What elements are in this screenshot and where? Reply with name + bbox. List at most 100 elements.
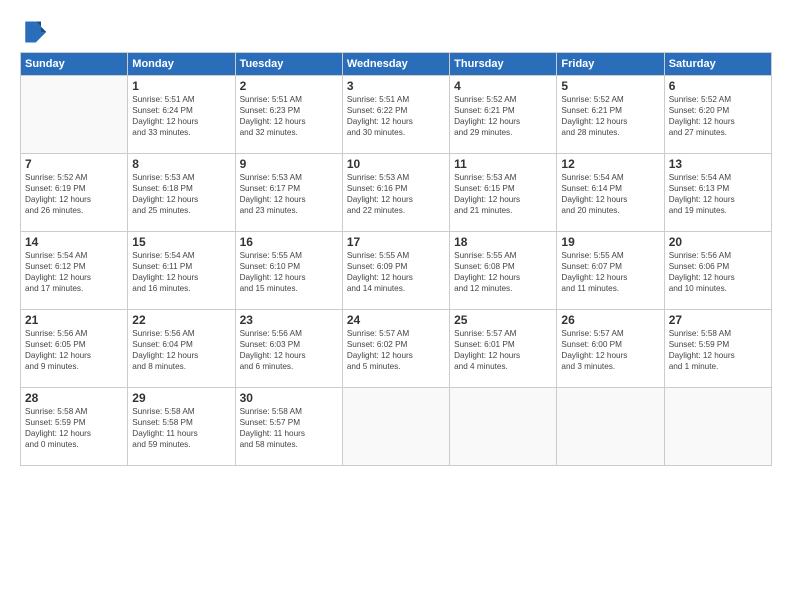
day-number: 1 bbox=[132, 79, 230, 93]
day-info: Sunrise: 5:58 AM Sunset: 5:57 PM Dayligh… bbox=[240, 406, 338, 450]
col-header-wednesday: Wednesday bbox=[342, 53, 449, 76]
day-number: 30 bbox=[240, 391, 338, 405]
day-cell: 16Sunrise: 5:55 AM Sunset: 6:10 PM Dayli… bbox=[235, 232, 342, 310]
day-info: Sunrise: 5:53 AM Sunset: 6:18 PM Dayligh… bbox=[132, 172, 230, 216]
day-number: 14 bbox=[25, 235, 123, 249]
week-row-2: 7Sunrise: 5:52 AM Sunset: 6:19 PM Daylig… bbox=[21, 154, 772, 232]
day-cell: 6Sunrise: 5:52 AM Sunset: 6:20 PM Daylig… bbox=[664, 76, 771, 154]
day-info: Sunrise: 5:57 AM Sunset: 6:02 PM Dayligh… bbox=[347, 328, 445, 372]
day-info: Sunrise: 5:54 AM Sunset: 6:11 PM Dayligh… bbox=[132, 250, 230, 294]
day-info: Sunrise: 5:55 AM Sunset: 6:09 PM Dayligh… bbox=[347, 250, 445, 294]
day-info: Sunrise: 5:56 AM Sunset: 6:06 PM Dayligh… bbox=[669, 250, 767, 294]
day-info: Sunrise: 5:56 AM Sunset: 6:03 PM Dayligh… bbox=[240, 328, 338, 372]
day-info: Sunrise: 5:55 AM Sunset: 6:07 PM Dayligh… bbox=[561, 250, 659, 294]
day-number: 17 bbox=[347, 235, 445, 249]
col-header-thursday: Thursday bbox=[450, 53, 557, 76]
day-info: Sunrise: 5:52 AM Sunset: 6:20 PM Dayligh… bbox=[669, 94, 767, 138]
calendar-table: SundayMondayTuesdayWednesdayThursdayFrid… bbox=[20, 52, 772, 466]
day-cell: 28Sunrise: 5:58 AM Sunset: 5:59 PM Dayli… bbox=[21, 388, 128, 466]
col-header-saturday: Saturday bbox=[664, 53, 771, 76]
day-number: 29 bbox=[132, 391, 230, 405]
day-number: 5 bbox=[561, 79, 659, 93]
col-header-monday: Monday bbox=[128, 53, 235, 76]
day-cell: 20Sunrise: 5:56 AM Sunset: 6:06 PM Dayli… bbox=[664, 232, 771, 310]
day-cell bbox=[450, 388, 557, 466]
day-cell: 13Sunrise: 5:54 AM Sunset: 6:13 PM Dayli… bbox=[664, 154, 771, 232]
day-info: Sunrise: 5:54 AM Sunset: 6:12 PM Dayligh… bbox=[25, 250, 123, 294]
day-info: Sunrise: 5:52 AM Sunset: 6:21 PM Dayligh… bbox=[561, 94, 659, 138]
col-header-sunday: Sunday bbox=[21, 53, 128, 76]
logo-icon bbox=[20, 18, 48, 46]
day-cell: 27Sunrise: 5:58 AM Sunset: 5:59 PM Dayli… bbox=[664, 310, 771, 388]
day-number: 11 bbox=[454, 157, 552, 171]
day-info: Sunrise: 5:56 AM Sunset: 6:05 PM Dayligh… bbox=[25, 328, 123, 372]
day-number: 8 bbox=[132, 157, 230, 171]
day-cell: 12Sunrise: 5:54 AM Sunset: 6:14 PM Dayli… bbox=[557, 154, 664, 232]
week-row-3: 14Sunrise: 5:54 AM Sunset: 6:12 PM Dayli… bbox=[21, 232, 772, 310]
day-info: Sunrise: 5:53 AM Sunset: 6:16 PM Dayligh… bbox=[347, 172, 445, 216]
day-info: Sunrise: 5:51 AM Sunset: 6:24 PM Dayligh… bbox=[132, 94, 230, 138]
day-cell: 7Sunrise: 5:52 AM Sunset: 6:19 PM Daylig… bbox=[21, 154, 128, 232]
day-number: 20 bbox=[669, 235, 767, 249]
day-info: Sunrise: 5:57 AM Sunset: 6:00 PM Dayligh… bbox=[561, 328, 659, 372]
day-cell: 11Sunrise: 5:53 AM Sunset: 6:15 PM Dayli… bbox=[450, 154, 557, 232]
day-number: 27 bbox=[669, 313, 767, 327]
day-cell: 15Sunrise: 5:54 AM Sunset: 6:11 PM Dayli… bbox=[128, 232, 235, 310]
day-info: Sunrise: 5:52 AM Sunset: 6:19 PM Dayligh… bbox=[25, 172, 123, 216]
day-cell: 29Sunrise: 5:58 AM Sunset: 5:58 PM Dayli… bbox=[128, 388, 235, 466]
day-number: 3 bbox=[347, 79, 445, 93]
day-number: 23 bbox=[240, 313, 338, 327]
day-info: Sunrise: 5:58 AM Sunset: 5:59 PM Dayligh… bbox=[669, 328, 767, 372]
day-number: 2 bbox=[240, 79, 338, 93]
day-number: 7 bbox=[25, 157, 123, 171]
day-info: Sunrise: 5:52 AM Sunset: 6:21 PM Dayligh… bbox=[454, 94, 552, 138]
calendar-page: SundayMondayTuesdayWednesdayThursdayFrid… bbox=[0, 0, 792, 612]
day-number: 12 bbox=[561, 157, 659, 171]
day-number: 28 bbox=[25, 391, 123, 405]
day-number: 25 bbox=[454, 313, 552, 327]
col-header-friday: Friday bbox=[557, 53, 664, 76]
day-number: 9 bbox=[240, 157, 338, 171]
day-number: 15 bbox=[132, 235, 230, 249]
day-cell: 26Sunrise: 5:57 AM Sunset: 6:00 PM Dayli… bbox=[557, 310, 664, 388]
day-cell: 8Sunrise: 5:53 AM Sunset: 6:18 PM Daylig… bbox=[128, 154, 235, 232]
day-cell: 23Sunrise: 5:56 AM Sunset: 6:03 PM Dayli… bbox=[235, 310, 342, 388]
day-number: 4 bbox=[454, 79, 552, 93]
day-cell: 25Sunrise: 5:57 AM Sunset: 6:01 PM Dayli… bbox=[450, 310, 557, 388]
header bbox=[20, 18, 772, 46]
day-info: Sunrise: 5:57 AM Sunset: 6:01 PM Dayligh… bbox=[454, 328, 552, 372]
day-info: Sunrise: 5:54 AM Sunset: 6:14 PM Dayligh… bbox=[561, 172, 659, 216]
day-cell: 1Sunrise: 5:51 AM Sunset: 6:24 PM Daylig… bbox=[128, 76, 235, 154]
day-info: Sunrise: 5:58 AM Sunset: 5:58 PM Dayligh… bbox=[132, 406, 230, 450]
day-number: 26 bbox=[561, 313, 659, 327]
day-number: 13 bbox=[669, 157, 767, 171]
day-cell: 9Sunrise: 5:53 AM Sunset: 6:17 PM Daylig… bbox=[235, 154, 342, 232]
day-cell bbox=[664, 388, 771, 466]
day-number: 18 bbox=[454, 235, 552, 249]
day-cell: 30Sunrise: 5:58 AM Sunset: 5:57 PM Dayli… bbox=[235, 388, 342, 466]
day-number: 16 bbox=[240, 235, 338, 249]
logo bbox=[20, 18, 52, 46]
day-number: 19 bbox=[561, 235, 659, 249]
day-info: Sunrise: 5:53 AM Sunset: 6:17 PM Dayligh… bbox=[240, 172, 338, 216]
header-row: SundayMondayTuesdayWednesdayThursdayFrid… bbox=[21, 53, 772, 76]
day-cell: 3Sunrise: 5:51 AM Sunset: 6:22 PM Daylig… bbox=[342, 76, 449, 154]
day-number: 22 bbox=[132, 313, 230, 327]
day-info: Sunrise: 5:58 AM Sunset: 5:59 PM Dayligh… bbox=[25, 406, 123, 450]
day-cell: 21Sunrise: 5:56 AM Sunset: 6:05 PM Dayli… bbox=[21, 310, 128, 388]
col-header-tuesday: Tuesday bbox=[235, 53, 342, 76]
day-number: 21 bbox=[25, 313, 123, 327]
day-info: Sunrise: 5:54 AM Sunset: 6:13 PM Dayligh… bbox=[669, 172, 767, 216]
day-info: Sunrise: 5:55 AM Sunset: 6:10 PM Dayligh… bbox=[240, 250, 338, 294]
day-cell: 14Sunrise: 5:54 AM Sunset: 6:12 PM Dayli… bbox=[21, 232, 128, 310]
week-row-4: 21Sunrise: 5:56 AM Sunset: 6:05 PM Dayli… bbox=[21, 310, 772, 388]
day-number: 24 bbox=[347, 313, 445, 327]
day-info: Sunrise: 5:55 AM Sunset: 6:08 PM Dayligh… bbox=[454, 250, 552, 294]
day-info: Sunrise: 5:53 AM Sunset: 6:15 PM Dayligh… bbox=[454, 172, 552, 216]
day-cell: 4Sunrise: 5:52 AM Sunset: 6:21 PM Daylig… bbox=[450, 76, 557, 154]
day-info: Sunrise: 5:51 AM Sunset: 6:23 PM Dayligh… bbox=[240, 94, 338, 138]
day-info: Sunrise: 5:56 AM Sunset: 6:04 PM Dayligh… bbox=[132, 328, 230, 372]
day-cell bbox=[342, 388, 449, 466]
day-cell: 5Sunrise: 5:52 AM Sunset: 6:21 PM Daylig… bbox=[557, 76, 664, 154]
day-cell bbox=[557, 388, 664, 466]
